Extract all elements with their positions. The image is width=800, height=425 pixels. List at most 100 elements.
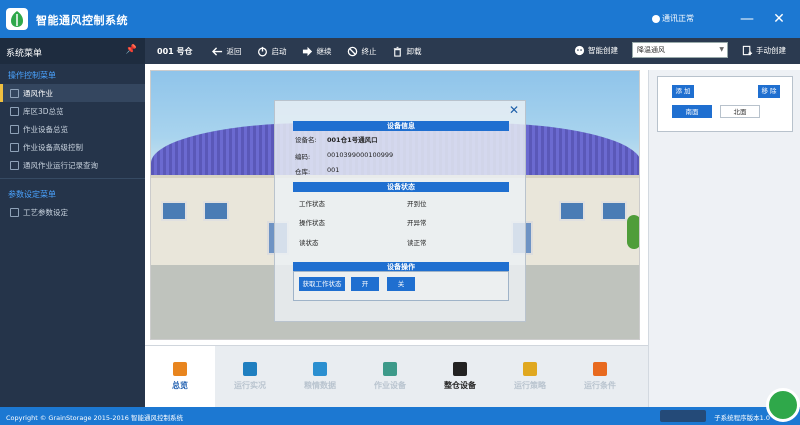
status-dot-icon (652, 14, 660, 23)
status-bar: Copyright © GrainStorage 2015-2016 智能通风控… (0, 407, 800, 425)
nav-overview[interactable]: 总览 (145, 346, 215, 408)
menu-group-parameters: 参数设定菜单 (8, 190, 56, 199)
copyright-text: Copyright © GrainStorage 2015-2016 智能通风控… (6, 414, 184, 422)
sidebar-item-process-params[interactable]: 工艺参数设定 (0, 203, 145, 221)
fan-icon (453, 362, 467, 376)
manual-create-button[interactable]: 手动创建 (734, 45, 794, 56)
arrow-right-icon (303, 46, 313, 56)
connection-status: 通讯正常 (652, 13, 694, 24)
close-button[interactable]: ✕ (768, 8, 790, 30)
start-button[interactable]: 启动 (249, 46, 294, 57)
menu-group-operation: 操作控制菜单 (8, 71, 56, 80)
smart-create-button[interactable]: 智能创建 (566, 45, 626, 56)
tab-south[interactable]: 南面 (672, 105, 712, 118)
sidebar-item-advanced-control[interactable]: 作业设备高级控制 (0, 138, 145, 156)
sidebar-item-label: 通风作业运行记录查询 (23, 160, 98, 170)
nav-run-strategy[interactable]: 运行策略 (495, 346, 565, 408)
warehouse-window (203, 201, 229, 221)
sidebar-item-ventilation[interactable]: 通风作业 (0, 84, 145, 102)
work-status-label: 工作状态 (299, 200, 325, 208)
ventilation-mode-select[interactable]: 降温通风 ▼ (632, 42, 728, 58)
fan-icon (10, 88, 19, 98)
app-title: 智能通风控制系统 (36, 14, 128, 27)
stop-button[interactable]: 终止 (339, 46, 384, 57)
nav-label: 总览 (172, 381, 188, 390)
wrench-icon (383, 362, 397, 376)
dialog-close-icon[interactable]: ✕ (509, 103, 519, 117)
app-logo-icon (6, 8, 28, 30)
device-name-label: 设备名: (295, 136, 317, 144)
subsystem-version: 子系统程序版本1.0 (714, 414, 770, 422)
mode-select-value: 降温通风 (637, 46, 665, 54)
title-bar: 智能通风控制系统 通讯正常 — ✕ (0, 0, 800, 38)
continue-button[interactable]: 继续 (294, 46, 339, 57)
nav-work-devices[interactable]: 作业设备 (355, 346, 425, 408)
stop-label: 终止 (361, 46, 377, 56)
get-status-button[interactable]: 获取工作状态 (299, 277, 345, 291)
sidebar-header: 系统菜单 📌 (0, 38, 145, 64)
smart-create-label: 智能创建 (588, 45, 618, 55)
stop-icon (348, 46, 358, 56)
device-name-value: 001仓1号通风口 (327, 136, 378, 144)
system-tray[interactable] (660, 410, 706, 422)
manual-create-label: 手动创建 (756, 45, 786, 55)
tree (627, 215, 639, 249)
nav-label: 作业设备 (374, 381, 406, 390)
nav-label: 整仓设备 (444, 381, 476, 390)
overview-icon (173, 362, 187, 376)
add-document-icon (742, 45, 753, 55)
sidebar-item-device-overview[interactable]: 作业设备总览 (0, 120, 145, 138)
menu-divider (0, 178, 145, 179)
cube-icon (10, 106, 19, 116)
back-button[interactable]: 返回 (204, 46, 249, 57)
warehouse-window (601, 201, 627, 221)
line-chart-icon (313, 362, 327, 376)
device-code-label: 编码: (295, 153, 311, 161)
device-warehouse-value: 001 (327, 166, 340, 174)
nav-label: 运行条件 (584, 381, 616, 390)
document-icon (593, 362, 607, 376)
start-label: 启动 (271, 46, 287, 56)
nav-label: 运行实况 (234, 381, 266, 390)
sidebar-item-label: 通风作业 (23, 88, 53, 98)
wifi-icon[interactable] (766, 388, 800, 422)
back-label: 返回 (226, 46, 242, 56)
nav-grain-data[interactable]: 粮情数据 (285, 346, 355, 408)
sidebar-item-label: 作业设备总览 (23, 124, 68, 134)
continue-label: 继续 (316, 46, 332, 56)
close-device-button[interactable]: 关 (387, 277, 415, 291)
warehouse-window (559, 201, 585, 221)
nav-label: 运行策略 (514, 381, 546, 390)
add-button[interactable]: 添 加 (672, 85, 694, 98)
operation-status-label: 操作状态 (299, 219, 325, 227)
bottom-nav: 总览 运行实况 粮情数据 作业设备 整仓设备 运行策略 运行条件 (145, 345, 648, 408)
nav-label: 粮情数据 (304, 381, 336, 390)
warehouse-window (161, 201, 187, 221)
nav-run-conditions[interactable]: 运行条件 (565, 346, 635, 408)
toolbar: 001 号仓 返回 启动 继续 终止 卸载 智能创建 降温通风 ▼ 手动创建 (145, 38, 800, 64)
run-status-icon (243, 362, 257, 376)
trash-icon (394, 46, 402, 57)
nav-warehouse-devices[interactable]: 整仓设备 (425, 346, 495, 408)
settings-icon (10, 142, 19, 152)
unload-button[interactable]: 卸载 (384, 46, 429, 57)
pin-icon[interactable]: 📌 (126, 45, 137, 55)
sidebar-title: 系统菜单 (6, 49, 43, 59)
sidebar-item-label: 库区3D总览 (23, 106, 64, 116)
params-icon (10, 207, 19, 217)
minimize-button[interactable]: — (736, 8, 758, 30)
nav-run-status[interactable]: 运行实况 (215, 346, 285, 408)
sidebar-item-run-records[interactable]: 通风作业运行记录查询 (0, 156, 145, 174)
sidebar-item-label: 作业设备高级控制 (23, 142, 83, 152)
chevron-down-icon: ▼ (719, 46, 724, 53)
lightbulb-icon (523, 362, 537, 376)
warehouse-label: 001 号仓 (157, 46, 193, 56)
sidebar: 系统菜单 📌 操作控制菜单 通风作业 库区3D总览 作业设备总览 作业设备高级控… (0, 38, 145, 407)
device-info-header: 设备信息 (293, 121, 509, 131)
grid-icon (10, 124, 19, 134)
vent-selection-box: 添 加 移 除 南面 北面 (657, 76, 793, 132)
remove-button[interactable]: 移 除 (758, 85, 780, 98)
open-button[interactable]: 开 (351, 277, 379, 291)
tab-north[interactable]: 北面 (720, 105, 760, 118)
sidebar-item-3d-overview[interactable]: 库区3D总览 (0, 102, 145, 120)
